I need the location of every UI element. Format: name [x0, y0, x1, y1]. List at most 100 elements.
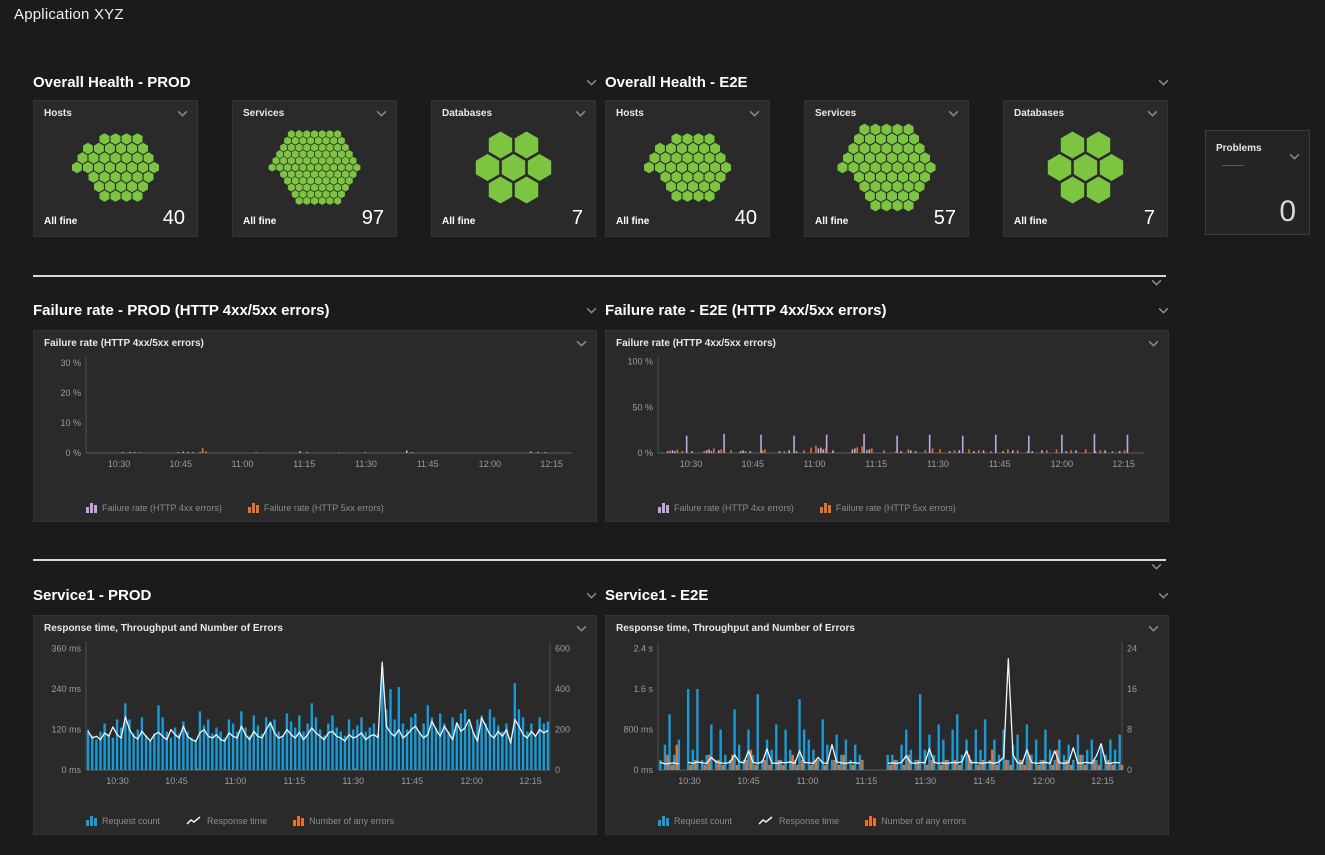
- chevron-down-icon[interactable]: [948, 110, 959, 117]
- chart-tile-failure-e2e[interactable]: Failure rate (HTTP 4xx/5xx errors) 0 %50…: [605, 330, 1169, 522]
- section-header-service-prod: Service1 - PROD: [33, 585, 597, 605]
- divider-line: [33, 275, 1166, 277]
- legend-item-request-count[interactable]: Request count: [86, 815, 160, 826]
- svg-text:11:00: 11:00: [804, 459, 826, 469]
- failure-rate-e2e-chart[interactable]: 0 %50 %100 %10:3010:4511:0011:1511:3011:…: [616, 349, 1156, 481]
- svg-text:11:45: 11:45: [417, 459, 439, 469]
- bar-series-icon: [820, 502, 831, 513]
- legend-item-errors[interactable]: Number of any errors: [293, 815, 394, 826]
- service-e2e-chart[interactable]: 0 ms800 ms1.6 s2.4 s08162410:3010:4511:0…: [616, 634, 1156, 798]
- svg-text:11:45: 11:45: [973, 776, 995, 786]
- svg-text:0 %: 0 %: [637, 448, 653, 458]
- page-title: Application XYZ: [14, 6, 124, 23]
- section-header-service-e2e: Service1 - E2E: [605, 585, 1169, 605]
- svg-text:10:30: 10:30: [678, 776, 701, 786]
- failure-rate-prod-chart[interactable]: 0 %10 %20 %30 %10:3010:4511:0011:1511:30…: [44, 349, 584, 481]
- chevron-down-icon[interactable]: [1158, 592, 1169, 599]
- tile-title: Hosts: [44, 108, 72, 119]
- problems-tile[interactable]: Problems 0: [1205, 130, 1310, 235]
- chevron-down-icon[interactable]: [1158, 79, 1169, 86]
- svg-text:10:30: 10:30: [680, 459, 703, 469]
- svg-text:200: 200: [555, 725, 570, 735]
- tile-title: Response time, Throughput and Number of …: [616, 623, 855, 634]
- svg-text:12:15: 12:15: [1112, 459, 1135, 469]
- svg-text:11:15: 11:15: [865, 459, 887, 469]
- chevron-down-icon[interactable]: [1151, 279, 1162, 286]
- svg-text:11:30: 11:30: [342, 776, 364, 786]
- legend-item-4xx[interactable]: Failure rate (HTTP 4xx errors): [86, 502, 222, 513]
- svg-text:0 ms: 0 ms: [61, 765, 81, 775]
- bar-series-icon: [658, 815, 669, 826]
- svg-text:0: 0: [1127, 765, 1132, 775]
- chevron-down-icon[interactable]: [586, 307, 597, 314]
- bar-series-icon: [86, 502, 97, 513]
- health-tile-hosts-e2e[interactable]: Hosts All fine 40: [605, 100, 770, 237]
- health-tile-hosts-prod[interactable]: Hosts All fine 40: [33, 100, 198, 237]
- chevron-down-icon[interactable]: [177, 110, 188, 117]
- legend-item-errors[interactable]: Number of any errors: [865, 815, 966, 826]
- legend-item-5xx[interactable]: Failure rate (HTTP 5xx errors): [820, 502, 956, 513]
- chart-legend: Request count Response time Number of an…: [86, 815, 394, 826]
- svg-text:10:30: 10:30: [108, 459, 131, 469]
- health-tile-services-e2e[interactable]: Services All fine 57: [804, 100, 969, 237]
- chevron-down-icon[interactable]: [1151, 563, 1162, 570]
- health-tile-services-prod[interactable]: Services All fine 97: [232, 100, 397, 237]
- svg-text:100 %: 100 %: [627, 357, 653, 367]
- chevron-down-icon[interactable]: [376, 110, 387, 117]
- honeycomb-chart[interactable]: [239, 123, 390, 212]
- service-prod-chart[interactable]: 0 ms120 ms240 ms360 ms020040060010:3010:…: [44, 634, 584, 798]
- honeycomb-chart[interactable]: [1010, 123, 1161, 212]
- legend-item-response-time[interactable]: Response time: [758, 816, 839, 826]
- count-value: 40: [735, 207, 757, 230]
- chevron-down-icon[interactable]: [575, 110, 586, 117]
- tile-title: Services: [815, 108, 856, 119]
- section-title: Service1 - PROD: [33, 587, 151, 604]
- chevron-down-icon[interactable]: [586, 592, 597, 599]
- chart-tile-service-e2e[interactable]: Response time, Throughput and Number of …: [605, 615, 1169, 835]
- svg-text:8: 8: [1127, 725, 1132, 735]
- svg-text:1.6 s: 1.6 s: [633, 684, 653, 694]
- legend-item-5xx[interactable]: Failure rate (HTTP 5xx errors): [248, 502, 384, 513]
- status-label: All fine: [815, 216, 848, 227]
- honeycomb-chart[interactable]: [811, 123, 962, 212]
- honeycomb-chart[interactable]: [40, 123, 191, 212]
- legend-item-4xx[interactable]: Failure rate (HTTP 4xx errors): [658, 502, 794, 513]
- svg-text:10:30: 10:30: [106, 776, 129, 786]
- chevron-down-icon[interactable]: [586, 79, 597, 86]
- svg-text:12:15: 12:15: [519, 776, 542, 786]
- chart-tile-service-prod[interactable]: Response time, Throughput and Number of …: [33, 615, 597, 835]
- legend-item-response-time[interactable]: Response time: [186, 816, 267, 826]
- svg-text:600: 600: [555, 644, 570, 654]
- section-header-health-prod: Overall Health - PROD: [33, 72, 597, 92]
- chart-tile-failure-prod[interactable]: Failure rate (HTTP 4xx/5xx errors) 0 %10…: [33, 330, 597, 522]
- svg-text:10 %: 10 %: [60, 418, 81, 428]
- dashboard: Application XYZ Overall Health - PROD Ov…: [0, 0, 1325, 855]
- chevron-down-icon[interactable]: [576, 625, 587, 632]
- svg-text:240 ms: 240 ms: [51, 684, 81, 694]
- svg-text:16: 16: [1127, 684, 1137, 694]
- svg-text:12:15: 12:15: [1091, 776, 1114, 786]
- chart-legend: Failure rate (HTTP 4xx errors) Failure r…: [658, 502, 956, 513]
- chevron-down-icon[interactable]: [1158, 307, 1169, 314]
- legend-item-request-count[interactable]: Request count: [658, 815, 732, 826]
- line-series-icon: [186, 816, 202, 826]
- svg-text:20 %: 20 %: [60, 388, 81, 398]
- honeycomb-chart[interactable]: [438, 123, 589, 212]
- chart-legend: Request count Response time Number of an…: [658, 815, 966, 826]
- chevron-down-icon[interactable]: [1147, 110, 1158, 117]
- chevron-down-icon[interactable]: [749, 110, 760, 117]
- chevron-down-icon[interactable]: [1148, 340, 1159, 347]
- chevron-down-icon[interactable]: [1148, 625, 1159, 632]
- chevron-down-icon[interactable]: [1289, 153, 1300, 160]
- chevron-down-icon[interactable]: [576, 340, 587, 347]
- honeycomb-chart[interactable]: [612, 123, 763, 212]
- problems-count: 0: [1279, 195, 1296, 229]
- health-tile-databases-e2e[interactable]: Databases All fine 7: [1003, 100, 1168, 237]
- status-label: All fine: [1014, 216, 1047, 227]
- section-title: Failure rate - PROD (HTTP 4xx/5xx errors…: [33, 302, 330, 319]
- status-label: All fine: [616, 216, 649, 227]
- count-value: 7: [1144, 207, 1155, 230]
- tile-title: Failure rate (HTTP 4xx/5xx errors): [616, 338, 776, 349]
- health-tile-databases-prod[interactable]: Databases All fine 7: [431, 100, 596, 237]
- count-value: 7: [572, 207, 583, 230]
